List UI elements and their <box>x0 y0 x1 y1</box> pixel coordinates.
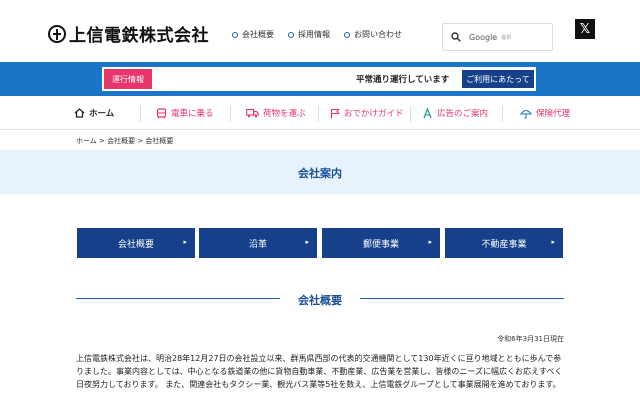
global-nav: ホーム 電車に乗る 荷物を運ぶ おでかけガイド 広告のご案内 保険代理 <box>0 96 640 130</box>
nav-item-advertising[interactable]: 広告のご案内 <box>422 105 488 121</box>
umbrella-icon <box>520 109 532 119</box>
truck-icon <box>246 108 259 118</box>
section-title: 会社概要 <box>298 294 342 307</box>
tab-label: 沿革 <box>248 239 267 250</box>
tab-real-estate[interactable]: 不動産事業 ▸ <box>445 228 563 258</box>
nav-divider <box>410 106 411 122</box>
nav-item-guide[interactable]: おでかけガイド <box>330 105 404 121</box>
tab-label: 会社概要 <box>117 239 154 250</box>
nav-item-freight[interactable]: 荷物を運ぶ <box>246 105 306 121</box>
logo-text: 上信電鉄株式会社 <box>69 26 209 46</box>
site-logo[interactable]: 上信電鉄株式会社 <box>48 21 209 46</box>
nav-divider <box>318 106 319 122</box>
nav-label: 広告のご案内 <box>437 109 489 119</box>
operation-box: 運行情報 平常通り運行しています ご利用にあたって <box>102 67 536 91</box>
toplink-label: 会社概要 <box>242 30 274 39</box>
toplink-company[interactable]: 会社概要 <box>232 29 274 40</box>
company-description: 上信電鉄株式会社は、明治28年12月27日の会社設立以来、群馬県西部の代表的交通… <box>76 354 563 389</box>
toplink-recruit[interactable]: 採用情報 <box>288 29 330 40</box>
operation-band: 運行情報 平常通り運行しています ご利用にあたって <box>0 62 640 96</box>
search-icon <box>451 32 461 42</box>
nav-item-home[interactable]: ホーム <box>74 105 114 121</box>
nav-item-insurance[interactable]: 保険代理 <box>520 105 570 121</box>
toplink-label: 採用情報 <box>298 30 330 39</box>
tab-postal[interactable]: 郵便事業 ▸ <box>322 228 440 258</box>
site-header: 上信電鉄株式会社 会社概要 採用情報 お問い合わせ Google 提供 𝕏 <box>0 0 640 62</box>
nav-label: おでかけガイド <box>344 109 404 119</box>
search-placeholder: Google <box>469 32 498 42</box>
breadcrumb[interactable]: ホーム > 会社概要 > 会社概要 <box>76 136 173 146</box>
nav-label: 電車に乗る <box>171 109 214 119</box>
toplink-label: お問い合わせ <box>354 30 402 39</box>
top-links: 会社概要 採用情報 お問い合わせ <box>232 29 402 40</box>
nav-divider <box>502 106 503 122</box>
chevron-right-icon: ▸ <box>551 238 555 246</box>
billboard-icon <box>423 107 432 118</box>
search-provider-note: 提供 <box>501 34 512 41</box>
tab-label: 郵便事業 <box>362 239 399 250</box>
operation-status: 平常通り運行しています <box>356 75 450 85</box>
nav-divider <box>230 106 231 122</box>
home-icon <box>74 108 85 118</box>
nav-label: 保険代理 <box>536 109 571 119</box>
x-social-icon[interactable]: 𝕏 <box>575 19 595 39</box>
nav-item-train[interactable]: 電車に乗る <box>156 105 214 121</box>
tab-history[interactable]: 沿革 ▸ <box>199 228 317 258</box>
operation-label: 運行情報 <box>104 69 152 89</box>
toplink-contact[interactable]: お問い合わせ <box>344 29 402 40</box>
search-input[interactable]: Google 提供 <box>442 23 553 51</box>
logo-emblem-icon <box>48 24 66 43</box>
page-title: 会社案内 <box>298 167 342 180</box>
bullet-icon <box>344 31 350 38</box>
tab-company-overview[interactable]: 会社概要 ▸ <box>77 228 195 258</box>
usage-guide-button[interactable]: ご利用にあたって <box>462 70 534 88</box>
chevron-right-icon: ▸ <box>183 238 187 246</box>
bullet-icon <box>288 31 294 38</box>
train-icon <box>156 107 167 119</box>
chevron-right-icon: ▸ <box>305 238 309 246</box>
chevron-right-icon: ▸ <box>428 238 432 246</box>
tab-label: 不動産事業 <box>481 239 527 250</box>
flag-icon <box>330 108 340 118</box>
nav-divider <box>140 106 141 122</box>
nav-label: 荷物を運ぶ <box>263 109 306 119</box>
bullet-icon <box>232 31 238 38</box>
as-of-date: 令和6年3月31日現在 <box>497 335 564 343</box>
nav-label: ホーム <box>89 109 115 119</box>
